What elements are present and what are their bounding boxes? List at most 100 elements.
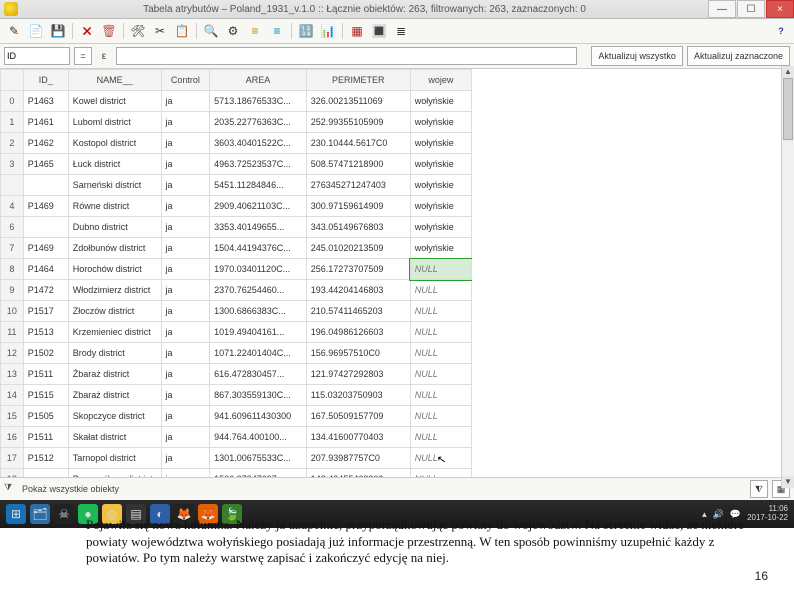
- remove-column-icon[interactable]: 🔳: [369, 21, 389, 41]
- table-cell[interactable]: 616.472830457...: [210, 364, 307, 385]
- column-header[interactable]: NAME__: [68, 70, 161, 91]
- table-cell[interactable]: 167.50509157709: [306, 406, 410, 427]
- table-cell[interactable]: NULL: [410, 343, 471, 364]
- table-cell[interactable]: 1071.22401404C...: [210, 343, 307, 364]
- table-row[interactable]: 9P1472Włodzimierz districtja2370.7625446…: [1, 280, 472, 301]
- table-cell[interactable]: Łuck district: [68, 154, 161, 175]
- table-cell[interactable]: ja: [161, 133, 210, 154]
- row-number[interactable]: 1: [1, 112, 24, 133]
- table-cell[interactable]: Tarnopol district: [68, 448, 161, 469]
- minimize-button[interactable]: —: [708, 0, 736, 18]
- scroll-down-arrow[interactable]: ▼: [782, 476, 794, 488]
- table-cell[interactable]: P1469: [23, 196, 68, 217]
- table-cell[interactable]: P1513: [23, 322, 68, 343]
- new-file-icon[interactable]: 📄: [26, 21, 46, 41]
- column-header[interactable]: ID_: [23, 70, 68, 91]
- row-number[interactable]: 14: [1, 385, 24, 406]
- table-cell[interactable]: ja: [161, 343, 210, 364]
- table-cell[interactable]: wołyńskie: [410, 154, 471, 175]
- paste-icon[interactable]: 📋: [172, 21, 192, 41]
- table-cell[interactable]: P1463: [23, 91, 68, 112]
- save-icon[interactable]: 💾: [48, 21, 68, 41]
- table-cell[interactable]: Zdołbunów district: [68, 238, 161, 259]
- table-cell[interactable]: P1517: [23, 301, 68, 322]
- table-cell[interactable]: ja: [161, 196, 210, 217]
- vertical-scrollbar[interactable]: ▲ ▼: [781, 66, 794, 488]
- table-cell[interactable]: 276345271247403: [306, 175, 410, 196]
- table-cell[interactable]: 300.97159614909: [306, 196, 410, 217]
- table-cell[interactable]: 245.01020213509: [306, 238, 410, 259]
- add-column-icon[interactable]: ▦: [347, 21, 367, 41]
- column-header[interactable]: PERIMETER: [306, 70, 410, 91]
- table-cell[interactable]: Zbaraż district: [68, 385, 161, 406]
- row-number[interactable]: 4: [1, 196, 24, 217]
- row-number[interactable]: 2: [1, 133, 24, 154]
- list-view-icon[interactable]: ≣: [391, 21, 411, 41]
- row-number[interactable]: 15: [1, 406, 24, 427]
- taskbar-app-icon[interactable]: ☠: [54, 504, 74, 524]
- zoom-icon[interactable]: 🔍: [201, 21, 221, 41]
- table-cell[interactable]: ja: [161, 112, 210, 133]
- row-number[interactable]: 18: [1, 469, 24, 478]
- table-cell[interactable]: 1301.00675533C...: [210, 448, 307, 469]
- stats-icon[interactable]: 📊: [318, 21, 338, 41]
- scroll-thumb[interactable]: [783, 78, 793, 140]
- table-cell[interactable]: 121.97427292803: [306, 364, 410, 385]
- column-header[interactable]: AREA: [210, 70, 307, 91]
- table-cell[interactable]: Krzemieniec district: [68, 322, 161, 343]
- table-cell[interactable]: ja: [161, 280, 210, 301]
- expression-input[interactable]: [116, 47, 577, 65]
- table-cell[interactable]: 196.04986126603: [306, 322, 410, 343]
- table-cell[interactable]: ja: [161, 385, 210, 406]
- table-cell[interactable]: 1019.49404161...: [210, 322, 307, 343]
- table-cell[interactable]: P1515: [23, 385, 68, 406]
- table-cell[interactable]: wołyńskie: [410, 196, 471, 217]
- table-cell[interactable]: NULL: [410, 427, 471, 448]
- table-cell[interactable]: NULL: [410, 301, 471, 322]
- edit-toggle-icon[interactable]: ✎: [4, 21, 24, 41]
- row-number[interactable]: 12: [1, 343, 24, 364]
- table-cell[interactable]: Dubno district: [68, 217, 161, 238]
- table-cell[interactable]: 5713.18676533C...: [210, 91, 307, 112]
- table-cell[interactable]: P1511: [23, 364, 68, 385]
- table-cell[interactable]: 156.96957510C0: [306, 343, 410, 364]
- row-number[interactable]: 17: [1, 448, 24, 469]
- table-cell[interactable]: NULL: [410, 364, 471, 385]
- table-cell[interactable]: ja: [161, 175, 210, 196]
- table-cell[interactable]: 210.57411465203: [306, 301, 410, 322]
- table-cell[interactable]: Źbaraż district: [68, 364, 161, 385]
- table-cell[interactable]: ja: [161, 301, 210, 322]
- table-row[interactable]: 16P1511Skałat districtja944.764.400100..…: [1, 427, 472, 448]
- table-cell[interactable]: [23, 217, 68, 238]
- row-number[interactable]: 9: [1, 280, 24, 301]
- table-row[interactable]: 13P1511Źbaraż districtja616.472830457...…: [1, 364, 472, 385]
- table-cell[interactable]: 326.00213511069: [306, 91, 410, 112]
- table-row[interactable]: 18Przemyślany districtja1506.97947697...…: [1, 469, 472, 478]
- table-cell[interactable]: NULL: [410, 280, 471, 301]
- table-cell[interactable]: P1469: [23, 238, 68, 259]
- help-icon[interactable]: ?: [772, 22, 790, 40]
- table-cell[interactable]: P1464: [23, 259, 68, 280]
- table-cell[interactable]: 508.57471218900: [306, 154, 410, 175]
- table-cell[interactable]: Sarneński district: [68, 175, 161, 196]
- table-cell[interactable]: ja: [161, 469, 210, 478]
- table-row[interactable]: 7P1469Zdołbunów districtja1504.44194376C…: [1, 238, 472, 259]
- table-cell[interactable]: 941.609611430300: [210, 406, 307, 427]
- table-cell[interactable]: ja: [161, 238, 210, 259]
- table-row[interactable]: 1P1461Luboml districtja2035.22776363C...…: [1, 112, 472, 133]
- table-cell[interactable]: ja: [161, 154, 210, 175]
- table-cell[interactable]: 5451.11284846...: [210, 175, 307, 196]
- field-calc-icon[interactable]: 🔢: [296, 21, 316, 41]
- table-cell[interactable]: wołyńskie: [410, 133, 471, 154]
- table-cell[interactable]: P1505: [23, 406, 68, 427]
- table-cell[interactable]: 343.05149676803: [306, 217, 410, 238]
- table-cell[interactable]: P1462: [23, 133, 68, 154]
- table-cell[interactable]: 193.44204146803: [306, 280, 410, 301]
- table-cell[interactable]: ja: [161, 364, 210, 385]
- table-cell[interactable]: wołyńskie: [410, 91, 471, 112]
- delete-icon[interactable]: 🗑: [99, 21, 119, 41]
- taskbar-app-icon[interactable]: ⊞: [6, 504, 26, 524]
- table-row[interactable]: 2P1462Kostopol districtja3603.40401522C.…: [1, 133, 472, 154]
- table-cell[interactable]: 148.43455463203: [306, 469, 410, 478]
- tools-icon[interactable]: 🛠: [128, 21, 148, 41]
